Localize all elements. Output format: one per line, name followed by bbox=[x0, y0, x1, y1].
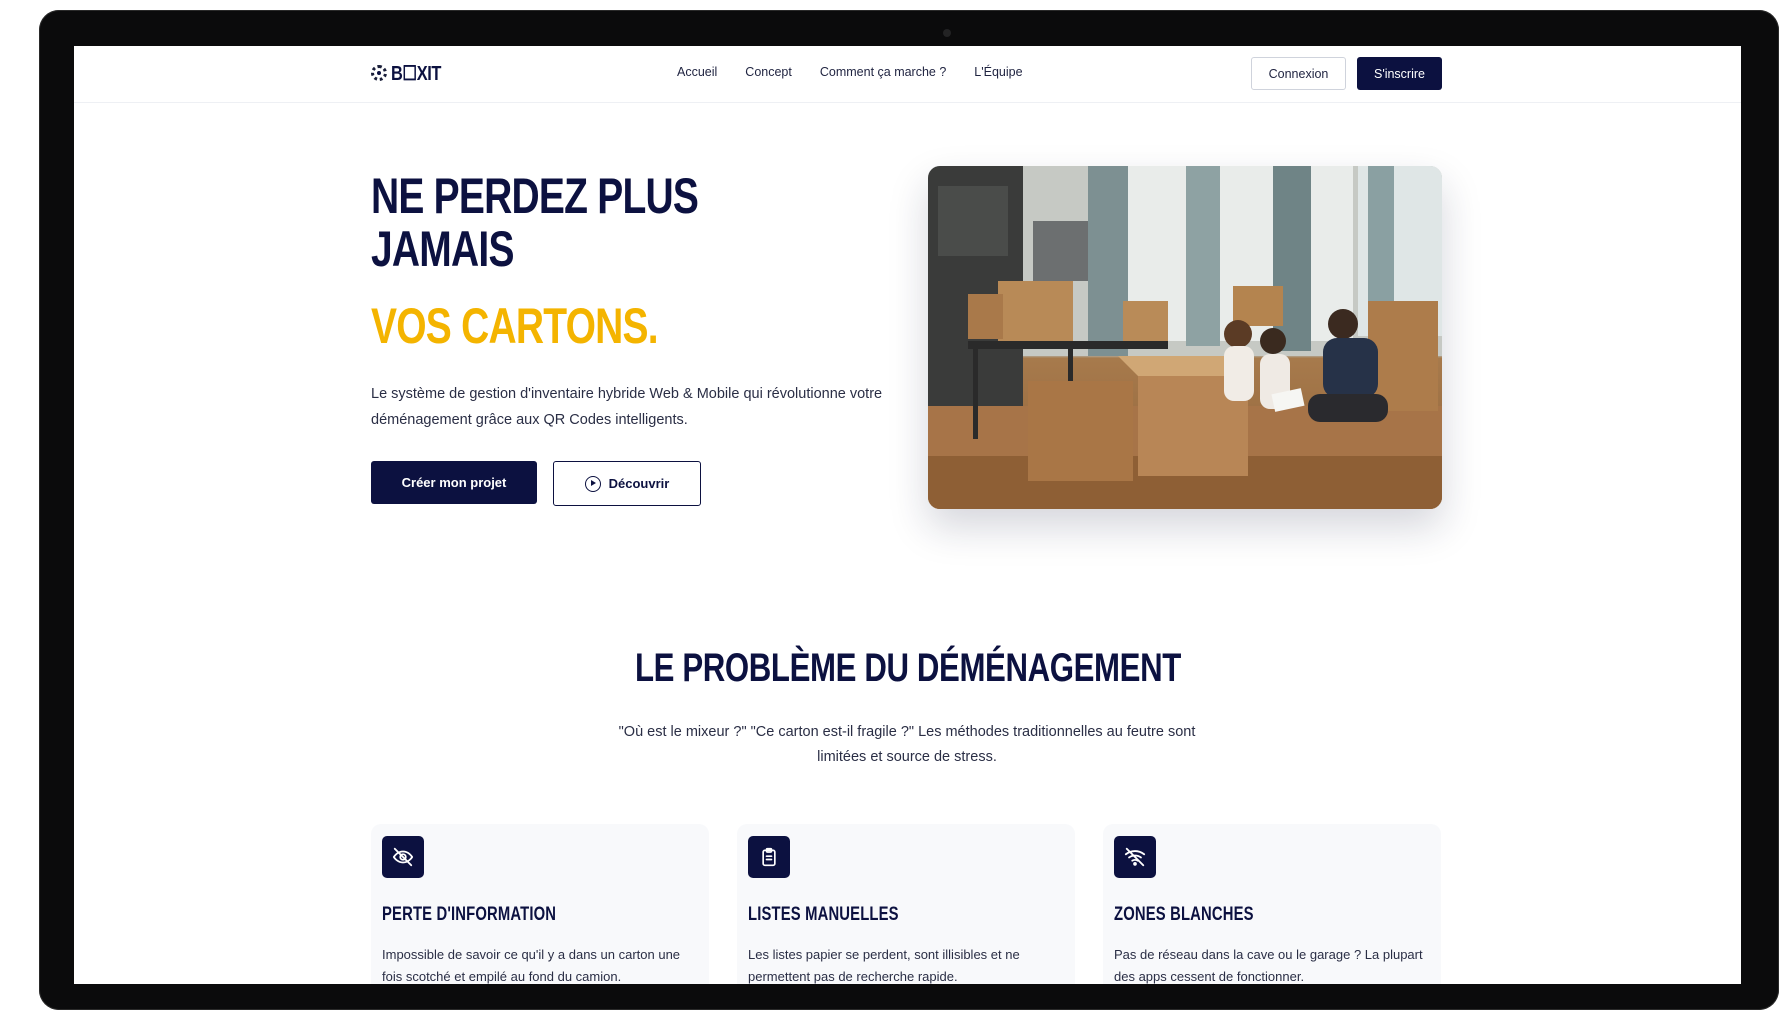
hero-description: Le système de gestion d'inventaire hybri… bbox=[371, 386, 883, 428]
play-circle-icon bbox=[584, 475, 601, 492]
card-text: Impossible de savoir ce qu'il y a dans u… bbox=[382, 947, 681, 984]
nav-link-comment-ca-marche[interactable]: Comment ça marche ? bbox=[820, 65, 946, 79]
login-button[interactable]: Connexion bbox=[1251, 57, 1346, 90]
hero-title-line-2: JAMAIS bbox=[371, 221, 514, 277]
problem-card-listes-manuelles: LISTES MANUELLES Les listes papier se pe… bbox=[737, 824, 1075, 984]
discover-button-label: Découvrir bbox=[608, 476, 670, 491]
signup-button[interactable]: S'inscrire bbox=[1357, 57, 1442, 90]
problem-card-zones-blanches: ZONES BLANCHES Pas de réseau dans la cav… bbox=[1103, 824, 1441, 984]
hero-photo-family-moving-boxes bbox=[928, 166, 1442, 509]
top-navigation: B☐XIT Accueil Concept Comment ça marche … bbox=[74, 46, 1741, 103]
logo-mark-icon bbox=[371, 65, 387, 81]
card-title: ZONES BLANCHES bbox=[1114, 904, 1254, 925]
problem-card-perte-information: PERTE D'INFORMATION Impossible de savoir… bbox=[371, 824, 709, 984]
card-text: Pas de réseau dans la cave ou le garage … bbox=[1114, 947, 1423, 984]
hero-title-accent: VOS CARTONS. bbox=[371, 298, 659, 354]
card-title: PERTE D'INFORMATION bbox=[382, 904, 557, 925]
camera-dot bbox=[943, 29, 951, 37]
hero-title: NE PERDEZ PLUS JAMAIS bbox=[371, 170, 777, 276]
logo-wordmark: B☐XIT bbox=[391, 62, 442, 85]
card-title: LISTES MANUELLES bbox=[748, 904, 899, 925]
create-project-button[interactable]: Créer mon projet bbox=[371, 461, 537, 504]
clipboard-icon bbox=[748, 836, 790, 878]
discover-button[interactable]: Découvrir bbox=[553, 461, 701, 506]
boxit-logo[interactable]: B☐XIT bbox=[371, 62, 452, 85]
nav-links: Accueil Concept Comment ça marche ? L'Éq… bbox=[677, 65, 1051, 79]
problem-section-title-text: LE PROBLÈME DU DÉMÉNAGEMENT bbox=[634, 646, 1181, 690]
browser-screen: B☐XIT Accueil Concept Comment ça marche … bbox=[74, 46, 1741, 984]
card-text: Les listes papier se perdent, sont illis… bbox=[748, 947, 1020, 984]
problem-section-description: "Où est le mixeur ?" "Ce carton est-il f… bbox=[618, 724, 1196, 765]
wifi-off-icon bbox=[1114, 836, 1156, 878]
nav-link-equipe[interactable]: L'Équipe bbox=[974, 65, 1022, 79]
eye-off-icon bbox=[382, 836, 424, 878]
hero-title-line-1: NE PERDEZ PLUS bbox=[371, 168, 699, 224]
nav-link-accueil[interactable]: Accueil bbox=[677, 65, 717, 79]
problem-section-title: LE PROBLÈME DU DÉMÉNAGEMENT bbox=[74, 646, 1741, 691]
nav-link-concept[interactable]: Concept bbox=[745, 65, 792, 79]
